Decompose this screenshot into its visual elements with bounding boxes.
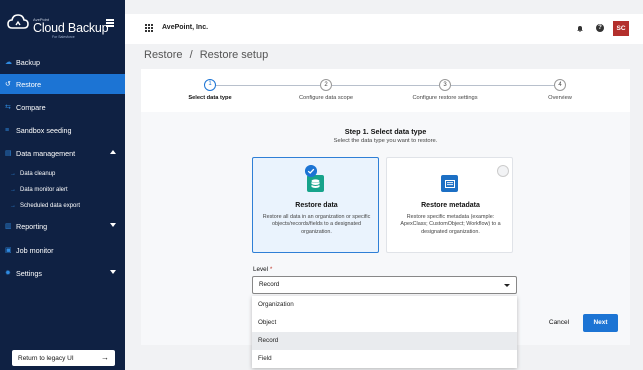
sidebar-item-label: Reporting	[16, 221, 48, 231]
step-heading: Step 1. Select data type	[344, 127, 427, 136]
arrow-right-icon: →	[10, 202, 16, 209]
step-subheading: Select the data type you want to restore…	[333, 138, 438, 144]
database-icon: ▤	[5, 150, 12, 157]
sidebar-item-job-monitor[interactable]: ▣ Job monitor	[0, 240, 125, 260]
checkmark-icon	[305, 165, 317, 177]
step-3-indicator: 3	[439, 79, 451, 91]
option-description: Restore specific metadata (example: Apex…	[400, 214, 501, 235]
step-connector	[332, 85, 439, 86]
cloud-logo-icon	[7, 14, 29, 29]
sidebar-item-label: Sandbox seeding	[16, 125, 72, 135]
chevron-up-icon	[110, 150, 116, 154]
sidebar: AvePoint Cloud Backup For Salesforce ☁ B…	[0, 0, 125, 370]
level-field-label: Level *	[253, 266, 272, 273]
sidebar-item-reporting[interactable]: ▥ Reporting	[0, 216, 125, 236]
sidebar-item-backup[interactable]: ☁ Backup	[0, 52, 125, 72]
help-icon[interactable]: ?	[596, 24, 604, 32]
stepper: 1 2 3 4 Select data type Configure data …	[141, 69, 630, 112]
chevron-down-icon	[110, 270, 116, 274]
step-1-indicator: 1	[204, 79, 216, 91]
level-select[interactable]: Record	[252, 276, 517, 294]
step-connector	[451, 85, 557, 86]
product-name: Cloud Backup	[33, 21, 109, 35]
sidebar-subitem-label: Scheduled data export	[20, 202, 81, 209]
sidebar-item-sandbox-seeding[interactable]: ≡ Sandbox seeding	[0, 120, 125, 140]
sidebar-subitem-data-cleanup[interactable]: → Data cleanup	[0, 167, 125, 180]
restore-metadata-option[interactable]: Restore metadata Restore specific metada…	[386, 157, 513, 253]
gear-icon: ✹	[5, 270, 11, 277]
database-icon	[307, 175, 324, 192]
option-title: Restore metadata	[421, 202, 480, 209]
step-4-indicator: 4	[554, 79, 566, 91]
step-2-label: Configure data scope	[298, 95, 354, 101]
seed-icon: ≡	[5, 126, 10, 134]
monitor-icon: ▣	[5, 247, 12, 254]
sidebar-item-compare[interactable]: ⇆ Compare	[0, 97, 125, 117]
sidebar-item-label: Settings	[16, 268, 42, 278]
option-title: Restore data	[295, 202, 338, 209]
brand-logo[interactable]: AvePoint Cloud Backup For Salesforce	[0, 0, 125, 44]
step-4-label: Overview	[548, 95, 572, 101]
sidebar-item-label: Backup	[16, 57, 40, 67]
sidebar-subitem-data-monitor-alert[interactable]: → Data monitor alert	[0, 183, 125, 196]
bell-icon[interactable]	[577, 25, 583, 32]
breadcrumb: Restore / Restore setup	[144, 49, 268, 61]
level-dropdown-menu: Organization Object Record Field	[252, 296, 517, 368]
required-mark: *	[269, 266, 273, 273]
restore-icon: ↺	[5, 81, 11, 88]
unselected-radio-icon	[497, 165, 509, 177]
step-connector	[216, 85, 320, 86]
sidebar-item-label: Restore	[16, 79, 42, 89]
step-1-label: Select data type	[188, 95, 232, 101]
cloud-icon: ☁	[5, 59, 12, 66]
return-to-legacy-button[interactable]: Return to legacy UI →	[12, 350, 115, 366]
arrow-right-icon: →	[10, 170, 16, 177]
sidebar-item-data-management[interactable]: ▤ Data management	[0, 143, 125, 163]
list-icon	[441, 175, 458, 192]
compare-icon: ⇆	[5, 104, 11, 111]
breadcrumb-current: Restore setup	[199, 49, 269, 61]
cancel-button[interactable]: Cancel	[542, 315, 576, 331]
arrow-right-icon: →	[101, 353, 109, 362]
level-option-organization[interactable]: Organization	[252, 296, 517, 314]
level-selected-value: Record	[259, 281, 280, 288]
arrow-right-icon: →	[10, 186, 16, 193]
sidebar-item-label: Compare	[16, 102, 46, 112]
product-subtitle: For Salesforce	[52, 35, 75, 39]
level-option-object[interactable]: Object	[252, 314, 517, 332]
step-3-label: Configure restore settings	[412, 95, 478, 101]
sidebar-item-restore[interactable]: ↺ Restore	[0, 74, 125, 94]
sidebar-item-label: Job monitor	[16, 245, 54, 255]
sidebar-item-settings[interactable]: ✹ Settings	[0, 263, 125, 283]
sidebar-subitem-label: Data monitor alert	[20, 186, 68, 193]
level-label-text: Level	[253, 266, 269, 273]
sidebar-item-label: Data management	[16, 148, 76, 158]
sidebar-subitem-label: Data cleanup	[20, 170, 56, 177]
step-2-indicator: 2	[320, 79, 332, 91]
hamburger-menu-icon[interactable]	[106, 19, 114, 27]
breadcrumb-separator: /	[189, 49, 193, 61]
top-bar: AvePoint, Inc. ? SC	[125, 14, 643, 44]
app-launcher-icon[interactable]	[145, 24, 153, 32]
chevron-down-icon	[504, 284, 510, 287]
breadcrumb-root[interactable]: Restore	[144, 49, 183, 61]
sidebar-subitem-scheduled-data-export[interactable]: → Scheduled data export	[0, 199, 125, 212]
chart-icon: ▥	[5, 223, 12, 230]
option-description: Restore all data in an organization or s…	[262, 214, 371, 235]
legacy-button-label: Return to legacy UI	[18, 354, 74, 362]
chevron-down-icon	[110, 223, 116, 227]
avatar[interactable]: SC	[613, 21, 629, 36]
next-button[interactable]: Next	[583, 314, 618, 332]
level-option-record[interactable]: Record	[252, 332, 517, 350]
org-name: AvePoint, Inc.	[162, 24, 209, 31]
level-option-field[interactable]: Field	[252, 350, 517, 368]
